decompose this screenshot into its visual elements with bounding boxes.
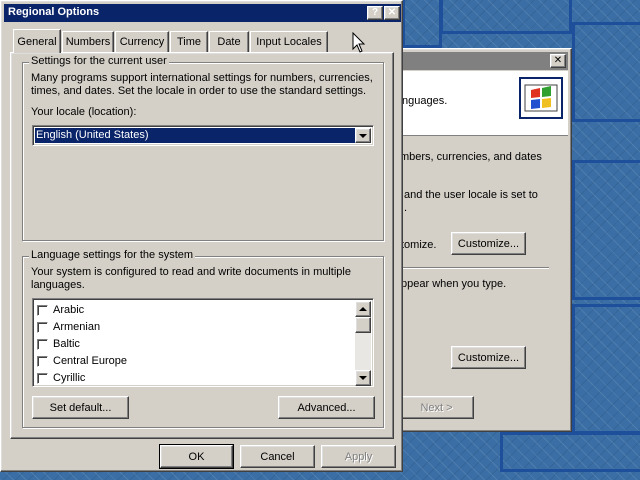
language-checkbox[interactable] <box>37 304 48 316</box>
locale-selected-value: English (United States) <box>35 128 355 143</box>
tab-time[interactable]: Time <box>170 31 208 52</box>
list-scrollbar[interactable] <box>355 301 371 386</box>
window-title: Regional Options <box>8 6 100 18</box>
titlebar[interactable]: Regional Options ? ✕ <box>4 4 401 22</box>
chevron-down-icon <box>359 133 367 138</box>
language-list[interactable]: Arabic Armenian Baltic Central Europe Cy… <box>32 298 374 387</box>
language-description-line2: languages. <box>31 279 85 291</box>
language-label: Central Europe <box>53 355 127 367</box>
tab-numbers[interactable]: Numbers <box>62 31 114 52</box>
list-item[interactable]: Baltic <box>37 336 80 352</box>
language-checkbox[interactable] <box>37 372 48 384</box>
background-header-text: nguages. <box>402 95 448 107</box>
desktop-tile <box>500 432 640 472</box>
user-settings-description-line1: Many programs support international sett… <box>31 72 373 84</box>
background-close-button[interactable]: ✕ <box>550 54 566 68</box>
windows-logo-icon <box>519 77 563 119</box>
close-button[interactable]: ✕ <box>384 6 400 20</box>
desktop-tile <box>402 0 442 48</box>
desktop-tile <box>440 0 572 34</box>
scroll-up-button[interactable] <box>355 301 371 317</box>
list-item[interactable]: Armenian <box>37 319 100 335</box>
help-button[interactable]: ? <box>367 6 383 20</box>
regional-options-dialog[interactable]: Regional Options ? ✕ General Numbers Cur… <box>0 0 403 472</box>
list-item[interactable]: Cyrillic <box>37 370 85 386</box>
desktop-tile <box>572 160 640 300</box>
background-appear-text: ppear when you type. <box>401 278 507 290</box>
background-titlebar[interactable] <box>402 52 568 70</box>
locale-label: Your locale (location): <box>31 106 137 118</box>
language-checkbox[interactable] <box>37 355 48 367</box>
set-default-button[interactable]: Set default... <box>32 396 129 419</box>
advanced-button[interactable]: Advanced... <box>278 396 375 419</box>
cancel-button[interactable]: Cancel <box>240 445 315 468</box>
language-checkbox[interactable] <box>37 321 48 333</box>
locale-dropdown[interactable]: English (United States) <box>32 125 374 146</box>
background-header-band: nguages. <box>402 71 568 136</box>
desktop-tile <box>572 22 640 122</box>
background-locale-text-2: . <box>404 202 408 214</box>
scroll-down-button[interactable] <box>355 370 371 386</box>
list-item[interactable]: Central Europe <box>37 353 127 369</box>
background-numbers-text: mbers, currencies, and dates <box>400 151 542 163</box>
user-settings-description-line2: times, and dates. Set the locale in orde… <box>31 85 367 97</box>
tab-date[interactable]: Date <box>209 31 249 52</box>
language-label: Cyrillic <box>53 372 86 384</box>
ok-button[interactable]: OK <box>159 444 234 469</box>
tab-input-locales[interactable]: Input Locales <box>250 31 328 52</box>
dropdown-arrow-button[interactable] <box>355 128 371 143</box>
tab-currency[interactable]: Currency <box>115 31 169 52</box>
language-description-line1: Your system is configured to read and wr… <box>31 266 351 278</box>
mouse-cursor-icon <box>352 32 366 53</box>
background-locale-text-1: and the user locale is set to <box>404 189 538 201</box>
customize-button[interactable]: Customize... <box>451 232 526 255</box>
desktop-tile <box>572 304 640 434</box>
language-label: Baltic <box>53 338 80 350</box>
language-label: Armenian <box>53 321 101 333</box>
language-label: Arabic <box>53 304 85 316</box>
chevron-up-icon <box>359 307 367 311</box>
background-dialog[interactable]: ✕ nguages. mbers, currencies, and dates … <box>398 48 572 432</box>
language-checkbox[interactable] <box>37 338 48 350</box>
background-divider <box>403 267 549 269</box>
customize-button[interactable]: Customize... <box>451 346 526 369</box>
background-customize-text: tomize. <box>401 239 437 251</box>
apply-button[interactable]: Apply <box>321 445 396 468</box>
language-settings-legend: Language settings for the system <box>29 249 196 261</box>
list-item[interactable]: Arabic <box>37 302 84 318</box>
tab-general[interactable]: General <box>13 29 61 53</box>
user-settings-legend: Settings for the current user <box>29 55 169 67</box>
scroll-thumb[interactable] <box>355 317 371 333</box>
chevron-down-icon <box>359 376 367 380</box>
next-button[interactable]: Next > <box>399 396 474 419</box>
